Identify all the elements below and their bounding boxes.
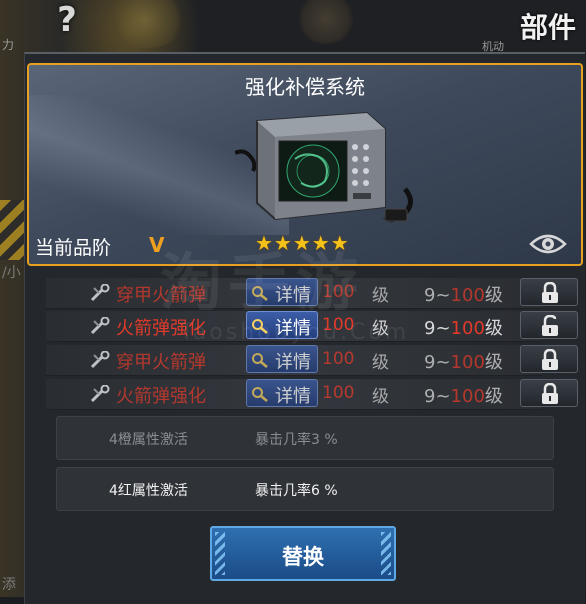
- wrench-icon: [90, 316, 112, 339]
- page-title: 部件: [519, 11, 576, 44]
- attribute-level-range: 9~100级: [424, 348, 503, 374]
- range-high: 100: [450, 386, 485, 407]
- quality-label: 当前品阶: [35, 237, 112, 259]
- range-low: 9~: [424, 318, 451, 339]
- question-icon[interactable]: ?: [48, 2, 86, 38]
- range-low: 9~: [424, 386, 451, 407]
- range-high: 100: [450, 285, 485, 306]
- item-name: 强化补偿系统: [245, 75, 365, 99]
- attribute-level: 100: [322, 383, 355, 403]
- attribute-level: 100: [322, 315, 355, 335]
- background-text: 力: [2, 38, 15, 52]
- range-unit: 级: [484, 318, 503, 339]
- magnifier-icon: [251, 386, 269, 406]
- attribute-name: 火箭弹强化: [116, 318, 206, 339]
- attribute-row: 穿甲火箭弹 详情 100 级 9~100级: [28, 277, 580, 309]
- unlock-button[interactable]: [520, 311, 578, 339]
- background-text: 添: [2, 577, 16, 593]
- wrench-icon: [90, 384, 112, 407]
- range-unit: 级: [484, 352, 503, 373]
- eye-icon[interactable]: [529, 232, 567, 256]
- range-high: 100: [450, 318, 485, 339]
- attribute-level-unit: 级: [372, 387, 389, 407]
- set-bonus-red: 4红属性激活 暴击几率6 %: [56, 467, 554, 511]
- attribute-level-unit: 级: [372, 286, 389, 306]
- quality-value: V: [149, 233, 165, 257]
- attribute-level-range: 9~100级: [424, 314, 503, 340]
- item-card: 强化补偿系统 当前品阶 V ★★★★★: [27, 63, 583, 266]
- range-low: 9~: [424, 352, 451, 373]
- attribute-level: 100: [322, 282, 355, 302]
- attribute-level-unit: 级: [372, 353, 389, 373]
- lock-button[interactable]: [520, 345, 578, 373]
- detail-button-label: 详情: [275, 318, 311, 339]
- attribute-level-unit: 级: [372, 319, 389, 339]
- set-bonus-name: 4红属性激活: [109, 483, 188, 499]
- detail-button[interactable]: 详情: [246, 311, 318, 339]
- range-high: 100: [450, 352, 485, 373]
- attribute-row: 火箭弹强化 详情 100 级 9~100级: [28, 310, 580, 342]
- radar-device-image: [235, 111, 413, 223]
- attribute-name: 穿甲火箭弹: [116, 352, 206, 373]
- attribute-name: 火箭弹强化: [116, 386, 206, 407]
- attribute-name: 穿甲火箭弹: [116, 285, 206, 306]
- lock-button[interactable]: [520, 278, 578, 306]
- range-unit: 级: [484, 285, 503, 306]
- background-text: /小: [2, 265, 21, 281]
- lock-button[interactable]: [520, 379, 578, 407]
- background-hazard-stripe: [0, 200, 26, 260]
- magnifier-icon: [251, 318, 269, 338]
- replace-button-label: 替换: [282, 545, 324, 569]
- set-bonus-orange: 4橙属性激活 暴击几率3 %: [56, 416, 554, 460]
- detail-button[interactable]: 详情: [246, 379, 318, 407]
- attribute-level-range: 9~100级: [424, 382, 503, 408]
- range-low: 9~: [424, 285, 451, 306]
- detail-button-label: 详情: [275, 285, 311, 306]
- range-unit: 级: [484, 386, 503, 407]
- detail-button-label: 详情: [275, 386, 311, 407]
- star-rating: ★★★★★: [255, 231, 350, 255]
- set-bonus-value: 暴击几率6 %: [255, 483, 338, 499]
- attribute-level: 100: [322, 349, 355, 369]
- detail-button[interactable]: 详情: [246, 278, 318, 306]
- detail-button[interactable]: 详情: [246, 345, 318, 373]
- attribute-row: 穿甲火箭弹 详情 100 级 9~100级: [28, 344, 580, 376]
- magnifier-icon: [251, 285, 269, 305]
- wrench-icon: [90, 283, 112, 306]
- magnifier-icon: [251, 352, 269, 372]
- set-bonus-value: 暴击几率3 %: [255, 432, 338, 448]
- attribute-row: 火箭弹强化 详情 100 级 9~100级: [28, 378, 580, 410]
- replace-button[interactable]: 替换: [210, 526, 396, 581]
- detail-button-label: 详情: [275, 352, 311, 373]
- set-bonus-name: 4橙属性激活: [109, 432, 188, 448]
- attribute-level-range: 9~100级: [424, 281, 503, 307]
- wrench-icon: [90, 350, 112, 373]
